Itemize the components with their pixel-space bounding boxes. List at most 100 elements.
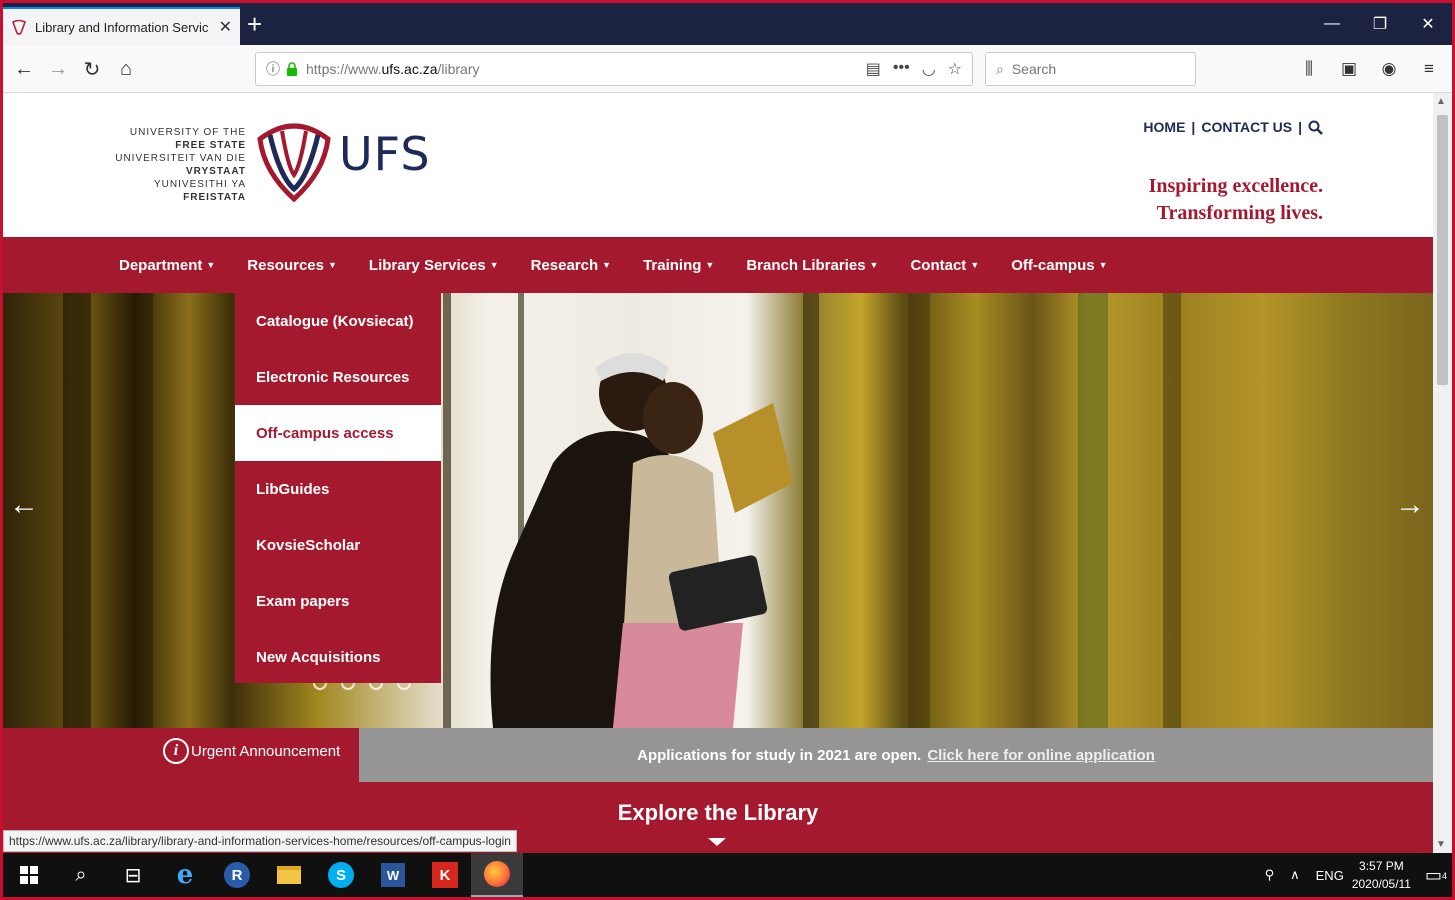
bookmark-star-icon[interactable]: ☆ xyxy=(948,59,962,79)
bookshelf-image xyxy=(1078,293,1108,728)
scroll-up-icon[interactable]: ▲ xyxy=(1436,96,1446,107)
home-icon[interactable]: ⌂ xyxy=(111,54,141,84)
tab-title: Library and Information Servic xyxy=(35,19,209,35)
nav-library-services[interactable]: Library Services ▼ xyxy=(369,257,499,274)
firefox-icon[interactable] xyxy=(471,853,523,897)
announcement-message: Applications for study in 2021 are open.… xyxy=(359,728,1433,782)
browser-search-box[interactable]: ⌕ xyxy=(985,52,1196,86)
address-bar[interactable]: ⓘ https://www.ufs.ac.za/library ▤ ••• ◡ … xyxy=(255,52,973,86)
pocket-icon[interactable]: ◡ xyxy=(922,59,936,79)
windows-start-icon[interactable] xyxy=(3,853,55,897)
announcement-label: Urgent Announcement xyxy=(191,742,341,760)
site-header: UNIVERSITY OF THE FREE STATE UNIVERSITEI… xyxy=(3,93,1433,237)
prev-slide-arrow-icon[interactable]: ← xyxy=(9,488,39,522)
menu-item-off-campus-access[interactable]: Off-campus access xyxy=(235,405,441,461)
bookshelf-image xyxy=(63,293,91,728)
chevron-up-icon[interactable]: ∧ xyxy=(1290,867,1300,883)
back-arrow-icon[interactable]: ← xyxy=(9,54,39,84)
resources-dropdown-menu: Catalogue (Kovsiecat) Electronic Resourc… xyxy=(235,293,441,683)
library-icon[interactable]: ⫼ xyxy=(1296,54,1322,84)
close-tab-icon[interactable]: ✕ xyxy=(219,17,232,37)
skype-icon[interactable]: S xyxy=(315,853,367,897)
clock[interactable]: 3:57 PM 2020/05/11 xyxy=(1352,857,1411,893)
separator: | xyxy=(1298,119,1302,135)
nav-research[interactable]: Research ▼ xyxy=(531,257,611,274)
minimize-icon[interactable]: — xyxy=(1308,3,1356,45)
bookshelf-image xyxy=(1163,293,1181,728)
nav-contact[interactable]: Contact ▼ xyxy=(910,257,979,274)
word-icon[interactable]: W xyxy=(367,853,419,897)
home-link[interactable]: HOME xyxy=(1143,119,1185,135)
browser-search-input[interactable] xyxy=(1011,61,1162,77)
main-nav: Department ▼ Resources ▼ Library Services ▼… xyxy=(3,237,1433,293)
caret-down-icon: ▼ xyxy=(705,259,715,270)
forward-arrow-icon[interactable]: → xyxy=(43,54,73,84)
language-indicator[interactable]: ENG xyxy=(1316,868,1344,883)
caret-down-icon: ▼ xyxy=(1098,259,1108,270)
hero-slider[interactable]: ← → xyxy=(3,293,1433,728)
scroll-down-icon[interactable]: ▼ xyxy=(1436,839,1446,850)
menu-item-libguides[interactable]: LibGuides xyxy=(235,461,441,517)
next-slide-arrow-icon[interactable]: → xyxy=(1395,488,1425,522)
windows-taskbar: ⌕ ⊟ e R S W K ⚲ ∧ ENG 3:57 PM 2020/05/11… xyxy=(3,853,1452,897)
caret-down-icon: ▼ xyxy=(206,259,216,270)
reload-icon[interactable]: ↻ xyxy=(77,54,107,84)
caret-down-icon: ▼ xyxy=(970,259,980,270)
students-reading-image xyxy=(490,353,793,728)
notifications-icon[interactable]: ▭ 4 xyxy=(1425,865,1447,886)
scrollbar-thumb[interactable] xyxy=(1437,115,1448,385)
browser-tab-bar: Library and Information Servic ✕ + — ❐ ✕ xyxy=(3,3,1452,45)
bookshelf-image xyxy=(443,293,451,728)
urgent-announcement[interactable]: i Urgent Announcement xyxy=(163,738,340,764)
account-icon[interactable]: ◉ xyxy=(1376,54,1402,84)
sidebar-icon[interactable]: ▣ xyxy=(1336,54,1362,84)
nav-training[interactable]: Training ▼ xyxy=(643,257,714,274)
people-icon[interactable]: ⚲ xyxy=(1265,867,1275,883)
menu-item-kovsiescholar[interactable]: KovsieScholar xyxy=(235,517,441,573)
menu-item-new-acquisitions[interactable]: New Acquisitions xyxy=(235,629,441,685)
acrobat-icon[interactable]: K xyxy=(419,853,471,897)
menu-item-electronic-resources[interactable]: Electronic Resources xyxy=(235,349,441,405)
explore-title: Explore the Library xyxy=(617,800,819,825)
bookshelf-image xyxy=(908,293,930,728)
separator: | xyxy=(1191,119,1196,135)
contact-us-link[interactable]: CONTACT US xyxy=(1201,119,1292,135)
lock-icon xyxy=(287,62,297,76)
task-view-icon[interactable]: ⊟ xyxy=(107,853,159,897)
r-app-icon[interactable]: R xyxy=(211,853,263,897)
file-explorer-icon[interactable] xyxy=(263,853,315,897)
university-name: UNIVERSITY OF THE FREE STATE UNIVERSITEI… xyxy=(115,127,246,203)
tagline: Inspiring excellence. Transforming lives… xyxy=(1148,175,1323,224)
notification-count: 4 xyxy=(1441,870,1447,881)
nav-department[interactable]: Department ▼ xyxy=(119,257,215,274)
internet-explorer-icon[interactable]: e xyxy=(159,853,211,897)
restore-icon[interactable]: ❐ xyxy=(1356,3,1404,45)
top-links: HOME | CONTACT US | xyxy=(1143,119,1323,135)
ufs-wordmark[interactable]: UFS xyxy=(339,127,431,181)
url-text: https://www.ufs.ac.za/library xyxy=(306,61,480,77)
menu-icon[interactable]: ≡ xyxy=(1416,54,1442,84)
search-icon[interactable]: ⌕ xyxy=(55,853,107,897)
online-application-link[interactable]: Click here for online application xyxy=(927,747,1155,764)
page-scrollbar[interactable]: ▲ ▼ xyxy=(1433,93,1452,853)
site-info-icon[interactable]: ⓘ xyxy=(266,59,280,79)
new-tab-button[interactable]: + xyxy=(247,9,262,39)
site-search-icon[interactable] xyxy=(1308,120,1323,135)
menu-item-catalogue[interactable]: Catalogue (Kovsiecat) xyxy=(235,293,441,349)
window-close-icon[interactable]: ✕ xyxy=(1404,3,1452,45)
ufs-favicon-icon xyxy=(12,19,26,35)
caret-down-icon: ▼ xyxy=(489,259,499,270)
browser-tab[interactable]: Library and Information Servic ✕ xyxy=(3,7,240,45)
page-actions-icon[interactable]: ••• xyxy=(893,59,910,79)
nav-branch-libraries[interactable]: Branch Libraries ▼ xyxy=(746,257,878,274)
chevron-down-icon[interactable] xyxy=(708,838,726,846)
bookshelf-image xyxy=(133,293,153,728)
announcement-text: Applications for study in 2021 are open. xyxy=(637,746,922,764)
nav-off-campus[interactable]: Off-campus ▼ xyxy=(1011,257,1107,274)
reader-view-icon[interactable]: ▤ xyxy=(866,59,881,79)
menu-item-exam-papers[interactable]: Exam papers xyxy=(235,573,441,629)
clock-time: 3:57 PM xyxy=(1359,859,1404,873)
nav-resources[interactable]: Resources ▼ xyxy=(247,257,337,274)
info-icon: i xyxy=(163,738,189,764)
ufs-logo-icon[interactable] xyxy=(254,117,334,203)
